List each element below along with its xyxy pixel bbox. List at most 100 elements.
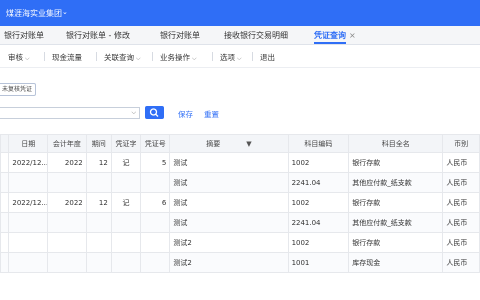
tab-bank-statement[interactable]: 银行对账单 <box>4 30 44 44</box>
toolbar-options[interactable]: 选项 ⌵ <box>220 52 242 63</box>
toolbar-audit[interactable]: 审核 ⌵ <box>8 52 30 63</box>
column-header-summary[interactable]: 摘要 ▼ <box>169 134 289 153</box>
toolbar-label: 业务操作 <box>160 53 190 62</box>
cell-fiscal-year <box>47 232 87 253</box>
cell-voucher-no <box>140 172 171 193</box>
tab-label: 接收银行交易明细 <box>224 31 288 40</box>
table-row[interactable]: 测试 2241.04 其他应付款_纸支款 人民币 <box>0 172 480 193</box>
active-tab-indicator <box>314 42 346 44</box>
search-icon <box>149 108 159 117</box>
header-checkbox-cell[interactable] <box>0 134 10 153</box>
unreviewed-voucher-button[interactable]: 未复核凭证 <box>0 83 36 96</box>
cell-summary: 测试2 <box>169 232 289 253</box>
chevron-down-icon[interactable]: ⌄ <box>62 8 68 16</box>
tab-bank-statement-edit[interactable]: 银行对账单 - 修改 <box>66 30 130 44</box>
cell-currency: 人民币 <box>442 192 480 213</box>
cell-fiscal-year <box>47 252 87 273</box>
tab-voucher-query[interactable]: 凭证查询 × <box>314 30 356 44</box>
column-header-voucher-no[interactable]: 凭证号 <box>140 134 171 153</box>
table-row[interactable]: 测试2 1002 银行存款 人民币 <box>0 232 480 253</box>
tab-bar: 银行对账单 银行对账单 - 修改 银行对账单 接收银行交易明细 凭证查询 × <box>0 26 480 45</box>
cell-summary: 测试 <box>169 172 289 193</box>
cell-summary: 测试 <box>169 212 289 233</box>
cell-account-code: 1002 <box>287 232 350 253</box>
cell-voucher-word <box>110 212 142 233</box>
toolbar-cash-flow[interactable]: 现金流量 <box>52 52 82 63</box>
toolbar-business-ops[interactable]: 业务操作 ⌵ <box>160 52 197 63</box>
cell-voucher-word <box>110 252 142 273</box>
column-header-currency[interactable]: 币别 <box>442 134 480 153</box>
row-checkbox-cell[interactable] <box>0 232 10 253</box>
divider <box>212 52 213 61</box>
table-header-row: 日期 会计年度 期间 凭证字 凭证号 摘要 ▼ 科目编码 科目全名 币别 <box>0 134 480 153</box>
cell-date: 2022/12... <box>8 152 49 173</box>
cell-currency: 人民币 <box>442 152 480 173</box>
cell-summary: 测试2 <box>169 252 289 273</box>
tab-bank-statement-2[interactable]: 银行对账单 <box>160 30 200 44</box>
cell-account-name: 其他应付款_纸支款 <box>348 212 444 233</box>
column-header-account-code[interactable]: 科目编码 <box>287 134 350 153</box>
cell-summary: 测试 <box>169 192 289 213</box>
search-input[interactable] <box>0 108 125 118</box>
column-header-fiscal-year[interactable]: 会计年度 <box>47 134 87 153</box>
table-row[interactable]: 测试 2241.04 其他应付款_纸支款 人民币 <box>0 212 480 233</box>
column-header-date[interactable]: 日期 <box>8 134 49 153</box>
chevron-down-icon[interactable]: ⌵ <box>131 109 136 117</box>
voucher-table: 日期 会计年度 期间 凭证字 凭证号 摘要 ▼ 科目编码 科目全名 币别 2022… <box>0 134 480 273</box>
divider <box>96 52 97 61</box>
chevron-down-icon: ⌵ <box>192 55 197 62</box>
tab-receive-bank-transactions[interactable]: 接收银行交易明细 <box>224 30 288 44</box>
toolbar: 审核 ⌵ 现金流量 关联查询 ⌵ 业务操作 ⌵ 选项 ⌵ 退出 <box>0 45 480 68</box>
divider <box>252 52 253 61</box>
cell-account-name: 银行存款 <box>348 232 444 253</box>
table-row[interactable]: 测试2 1001 库存现金 人民币 <box>0 252 480 273</box>
toolbar-related-query[interactable]: 关联查询 ⌵ <box>104 52 141 63</box>
cell-summary: 测试 <box>169 152 289 173</box>
row-checkbox-cell[interactable] <box>0 192 10 213</box>
cell-date <box>8 252 49 273</box>
row-checkbox-cell[interactable] <box>0 152 10 173</box>
table-row[interactable]: 2022/12... 2022 12 记 6 测试 1002 银行存款 人民币 <box>0 192 480 213</box>
cell-period: 12 <box>85 192 112 213</box>
cell-voucher-word: 记 <box>110 152 142 173</box>
column-header-voucher-word[interactable]: 凭证字 <box>110 134 142 153</box>
row-checkbox-cell[interactable] <box>0 172 10 193</box>
cell-date <box>8 232 49 253</box>
cell-voucher-no <box>140 232 171 253</box>
cell-currency: 人民币 <box>442 212 480 233</box>
toolbar-label: 退出 <box>260 53 275 62</box>
org-name[interactable]: 煤涯海实业集团 <box>6 8 62 19</box>
tab-label: 凭证查询 <box>314 31 346 40</box>
reset-link[interactable]: 重置 <box>204 109 219 120</box>
tab-label: 银行对账单 - 修改 <box>66 31 130 40</box>
cell-account-name: 库存现金 <box>348 252 444 273</box>
search-box: ⌵ <box>0 107 140 119</box>
cell-account-name: 其他应付款_纸支款 <box>348 172 444 193</box>
column-header-account-name[interactable]: 科目全名 <box>348 134 444 153</box>
cell-voucher-no <box>140 212 171 233</box>
cell-fiscal-year <box>47 172 87 193</box>
cell-date <box>8 172 49 193</box>
column-header-period[interactable]: 期间 <box>85 134 112 153</box>
toolbar-label: 关联查询 <box>104 53 134 62</box>
cell-date: 2022/12... <box>8 192 49 213</box>
row-checkbox-cell[interactable] <box>0 252 10 273</box>
close-icon[interactable]: × <box>349 31 356 40</box>
search-button[interactable] <box>145 106 164 119</box>
cell-period: 12 <box>85 152 112 173</box>
chevron-down-icon: ⌵ <box>25 55 30 62</box>
toolbar-label: 审核 <box>8 53 23 62</box>
app-header: 煤涯海实业集团 ⌄ <box>0 0 480 26</box>
cell-voucher-word <box>110 232 142 253</box>
toolbar-label: 选项 <box>220 53 235 62</box>
table-row[interactable]: 2022/12... 2022 12 记 5 测试 1002 银行存款 人民币 <box>0 152 480 173</box>
cell-fiscal-year: 2022 <box>47 192 87 213</box>
cell-account-name: 银行存款 <box>348 192 444 213</box>
divider <box>44 52 45 61</box>
toolbar-exit[interactable]: 退出 <box>260 52 275 63</box>
save-link[interactable]: 保存 <box>178 109 193 120</box>
cell-period <box>85 172 112 193</box>
filter-icon[interactable]: ▼ <box>246 140 251 148</box>
row-checkbox-cell[interactable] <box>0 212 10 233</box>
cell-period <box>85 232 112 253</box>
